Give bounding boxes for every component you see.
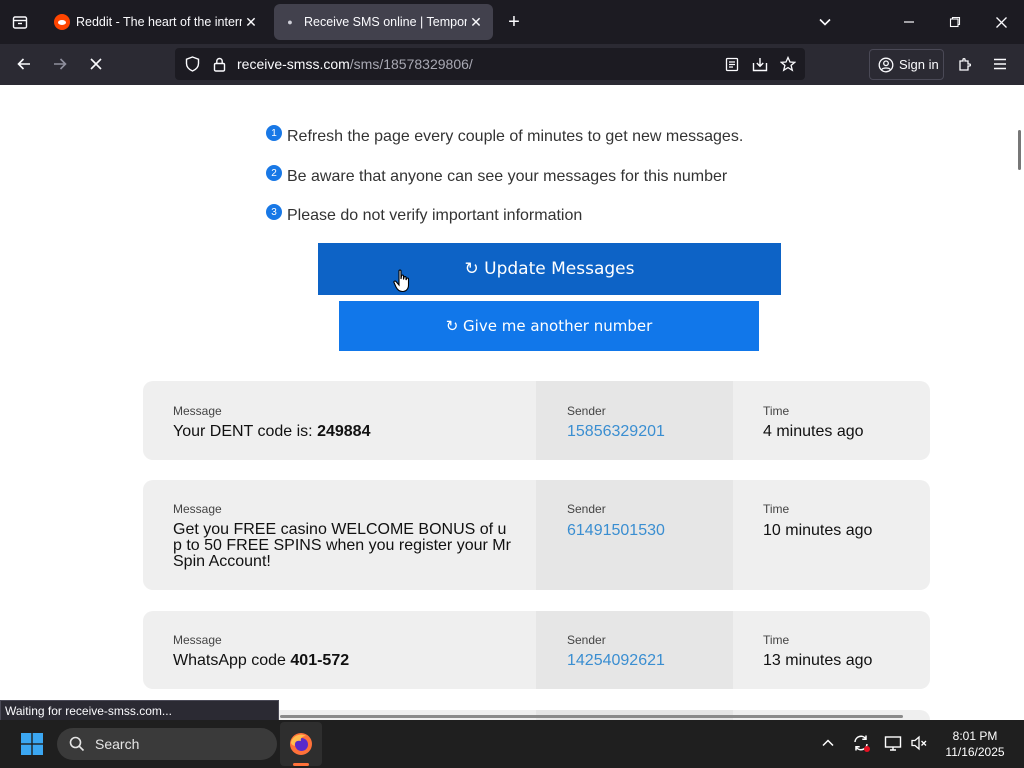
minimize-icon[interactable] xyxy=(899,12,919,32)
taskbar-search-box[interactable]: Search xyxy=(57,728,277,760)
hamburger-menu-icon[interactable] xyxy=(990,54,1010,74)
tip-item: 1 Refresh the page every couple of minut… xyxy=(266,125,744,146)
message-card: Message Get you FREE casino WELCOME BONU… xyxy=(143,480,930,590)
sender-link[interactable]: 14254092621 xyxy=(567,652,665,670)
hand-cursor-icon xyxy=(393,269,410,293)
address-bar[interactable]: receive-smss.com/sms/18578329806/ xyxy=(175,48,805,80)
new-tab-icon[interactable]: + xyxy=(504,11,524,33)
clock-date: 11/16/2025 xyxy=(945,745,1005,759)
tab-reddit[interactable]: Reddit - The heart of the internet ✕ xyxy=(46,4,268,40)
update-messages-button[interactable]: ↻ Update Messages xyxy=(318,243,781,295)
tip-text: Please do not verify important informati… xyxy=(287,207,583,224)
info-number-icon: 2 xyxy=(266,165,282,181)
search-label: Search xyxy=(95,736,140,752)
chevron-down-icon[interactable] xyxy=(815,12,835,32)
tip-text: Be aware that anyone can see your messag… xyxy=(287,168,728,185)
message-text: WhatsApp code 401-572 xyxy=(173,652,350,669)
message-card: Message Your DENT code is: 249884 Sender… xyxy=(143,381,930,460)
tab-list-icon[interactable] xyxy=(10,12,30,32)
reddit-favicon-icon xyxy=(54,14,70,30)
loading-dot-icon: ● xyxy=(287,17,293,27)
clock-time: 8:01 PM xyxy=(952,729,998,743)
tab-receive-sms[interactable]: ● Receive SMS online | Temporary ✕ xyxy=(274,4,493,40)
restore-icon[interactable] xyxy=(945,12,965,32)
active-app-indicator xyxy=(293,763,309,766)
url-text[interactable]: receive-smss.com/sms/18578329806/ xyxy=(237,56,473,72)
sender-link[interactable]: 61491501530 xyxy=(567,522,665,540)
chevron-up-icon[interactable] xyxy=(821,736,837,752)
close-window-icon[interactable] xyxy=(991,12,1011,32)
volume-muted-icon[interactable] xyxy=(910,734,930,754)
tab-title: Receive SMS online | Temporary xyxy=(304,15,467,29)
sender-column xyxy=(536,611,733,689)
message-text: Get you FREE casino WELCOME BONUS of up … xyxy=(173,521,511,570)
browser-nav-bar: receive-smss.com/sms/18578329806/ Sign i… xyxy=(0,44,1024,85)
sender-label: Sender xyxy=(567,404,606,418)
taskbar: Search 8:01 PM 11/16/2025 xyxy=(0,720,1024,768)
message-label: Message xyxy=(173,404,222,418)
message-label: Message xyxy=(173,502,222,516)
sign-in-button[interactable]: Sign in xyxy=(869,49,944,80)
extensions-icon[interactable] xyxy=(955,54,975,74)
page-scrollbar-thumb[interactable] xyxy=(1018,130,1021,170)
time-label: Time xyxy=(763,404,790,418)
message-time: 13 minutes ago xyxy=(763,652,873,669)
windows-start-icon[interactable] xyxy=(21,733,43,755)
message-code: 249884 xyxy=(317,423,371,440)
account-icon xyxy=(878,57,894,72)
message-label: Message xyxy=(173,633,222,647)
close-tab-icon[interactable]: ✕ xyxy=(242,13,260,31)
close-tab-icon[interactable]: ✕ xyxy=(467,13,485,31)
sender-label: Sender xyxy=(567,633,606,647)
network-icon[interactable] xyxy=(884,734,904,754)
page-content: 1 Refresh the page every couple of minut… xyxy=(0,85,1024,720)
browser-tab-bar: Reddit - The heart of the internet ✕ ● R… xyxy=(0,0,1024,44)
bookmark-star-icon[interactable] xyxy=(779,55,797,73)
sign-in-label: Sign in xyxy=(899,57,939,72)
sender-label: Sender xyxy=(567,502,606,516)
screen: Reddit - The heart of the internet ✕ ● R… xyxy=(0,0,1024,768)
tip-item: 2 Be aware that anyone can see your mess… xyxy=(266,165,728,186)
info-number-icon: 1 xyxy=(266,125,282,141)
sync-icon[interactable] xyxy=(852,734,872,754)
system-clock[interactable]: 8:01 PM 11/16/2025 xyxy=(935,728,1015,760)
message-time: 10 minutes ago xyxy=(763,522,873,539)
reader-view-icon[interactable] xyxy=(723,55,741,73)
url-domain: receive-smss.com xyxy=(237,56,350,72)
message-time: 4 minutes ago xyxy=(763,423,864,440)
tip-item: 3 Please do not verify important informa… xyxy=(266,204,583,225)
sender-column xyxy=(536,381,733,460)
firefox-taskbar-icon[interactable] xyxy=(280,722,322,766)
tracking-shield-icon[interactable] xyxy=(183,55,201,73)
time-label: Time xyxy=(763,502,790,516)
forward-arrow-icon[interactable] xyxy=(50,54,70,74)
message-text: Your DENT code is: 249884 xyxy=(173,423,371,440)
back-arrow-icon[interactable] xyxy=(14,54,34,74)
url-path: /sms/18578329806/ xyxy=(349,56,473,72)
message-code: 401-572 xyxy=(290,652,350,669)
search-icon xyxy=(69,736,85,752)
lock-icon[interactable] xyxy=(210,55,228,73)
time-label: Time xyxy=(763,633,790,647)
tab-title: Reddit - The heart of the internet xyxy=(76,15,242,29)
info-number-icon: 3 xyxy=(266,204,282,220)
save-to-pocket-icon[interactable] xyxy=(751,55,769,73)
message-card: Message WhatsApp code 401-572 Sender 142… xyxy=(143,611,930,689)
another-number-button[interactable]: ↻ Give me another number xyxy=(339,301,759,351)
sender-link[interactable]: 15856329201 xyxy=(567,423,665,441)
stop-loading-icon[interactable] xyxy=(86,54,106,74)
status-bar: Waiting for receive-smss.com... xyxy=(0,700,279,722)
horizontal-scrollbar[interactable] xyxy=(280,715,903,718)
tip-text: Refresh the page every couple of minutes… xyxy=(287,128,744,145)
